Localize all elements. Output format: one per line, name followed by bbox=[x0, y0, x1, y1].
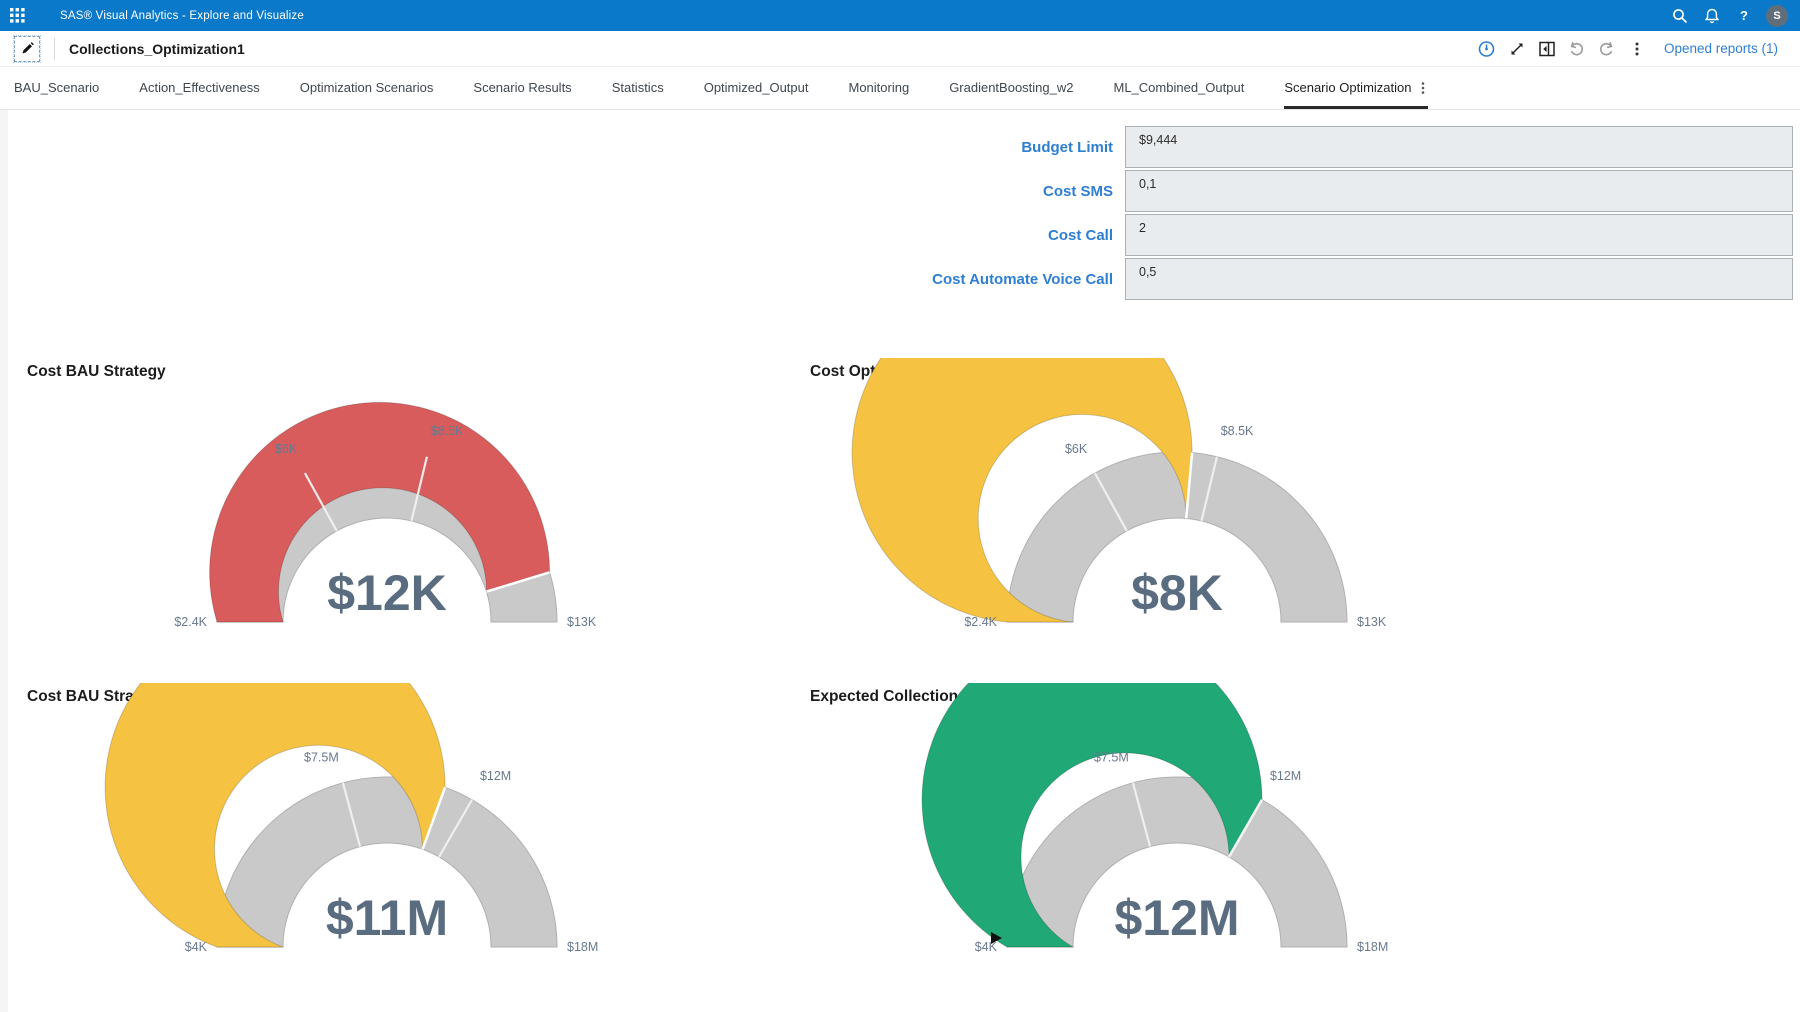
gauge-value: $12M bbox=[1114, 890, 1239, 946]
undo-icon[interactable] bbox=[1562, 35, 1592, 63]
field-label-cost-automate-voice-call: Cost Automate Voice Call bbox=[932, 258, 1113, 300]
form-row: Cost Automate Voice Call 0,5 bbox=[0, 258, 1800, 300]
pencil-icon bbox=[21, 42, 34, 55]
app-header: SAS® Visual Analytics - Explore and Visu… bbox=[0, 0, 1800, 31]
divider bbox=[54, 38, 55, 60]
report-state-icon[interactable] bbox=[1472, 35, 1502, 63]
toggle-panel-icon[interactable] bbox=[1532, 35, 1562, 63]
tab-label: Optimization Scenarios bbox=[300, 80, 434, 95]
form-row: Budget Limit $9,444 bbox=[0, 126, 1800, 168]
redo-icon[interactable] bbox=[1592, 35, 1622, 63]
tab-monitoring[interactable]: Monitoring bbox=[848, 67, 909, 109]
tab-label: Optimized_Output bbox=[704, 80, 809, 95]
field-label-budget-limit: Budget Limit bbox=[1021, 126, 1113, 168]
more-options-kebab-icon[interactable] bbox=[1622, 35, 1652, 63]
gauge-min-label: $2.4K bbox=[964, 615, 997, 629]
gauge-panel-1: Cost Optimized Strategy$6K$8.5K$2.4K$13K… bbox=[797, 355, 1557, 655]
tab-action-effectiveness[interactable]: Action_Effectiveness bbox=[139, 67, 259, 109]
tab-label: Monitoring bbox=[848, 80, 909, 95]
user-avatar[interactable]: S bbox=[1766, 5, 1788, 27]
field-label-cost-sms: Cost SMS bbox=[1043, 170, 1113, 212]
field-input-cost-sms[interactable]: 0,1 bbox=[1125, 170, 1793, 212]
gauge-tick-label: $7.5M bbox=[1094, 750, 1129, 764]
tab-bau-scenario[interactable]: BAU_Scenario bbox=[14, 67, 99, 109]
search-icon[interactable] bbox=[1664, 0, 1696, 31]
opened-reports-link[interactable]: Opened reports (1) bbox=[1664, 41, 1778, 56]
tab-label: Action_Effectiveness bbox=[139, 80, 259, 95]
tab-optimization-scenarios[interactable]: Optimization Scenarios bbox=[300, 67, 434, 109]
gauge-tick-label: $8.5K bbox=[1221, 424, 1254, 438]
notifications-bell-icon[interactable] bbox=[1696, 0, 1728, 31]
gauge-panel-2: Cost BAU Strategy$7.5M$12M$4K$18M$11M bbox=[14, 680, 759, 980]
gauge-tick-label: $6K bbox=[1065, 442, 1088, 456]
fullscreen-expand-icon[interactable] bbox=[1502, 35, 1532, 63]
gauge-min-label: $2.4K bbox=[174, 615, 207, 629]
app-title: SAS® Visual Analytics - Explore and Visu… bbox=[60, 10, 304, 22]
tab-label: Statistics bbox=[612, 80, 664, 95]
tab-label: Scenario Results bbox=[473, 80, 571, 95]
report-title: Collections_Optimization1 bbox=[69, 41, 245, 57]
field-input-cost-call[interactable]: 2 bbox=[1125, 214, 1793, 256]
gauge-max-label: $18M bbox=[1357, 940, 1388, 954]
gauge-value: $11M bbox=[325, 890, 447, 946]
tab-label: BAU_Scenario bbox=[14, 80, 99, 95]
gauge-max-label: $18M bbox=[567, 940, 598, 954]
tab-ml-combined-output[interactable]: ML_Combined_Output bbox=[1114, 67, 1245, 109]
gauge-value: $8K bbox=[1131, 565, 1223, 621]
gauge-panel-3: Expected Collections Amount Optimized$7.… bbox=[797, 680, 1557, 980]
tab-scenario-optimization[interactable]: Scenario Optimization bbox=[1284, 67, 1428, 109]
gauge-tick-label: $7.5M bbox=[304, 750, 339, 764]
left-gutter bbox=[0, 110, 8, 1012]
grid-icon bbox=[10, 8, 25, 23]
edit-mode-button[interactable] bbox=[14, 36, 40, 62]
field-input-cost-automate-voice-call[interactable]: 0,5 bbox=[1125, 258, 1793, 300]
tab-label: Scenario Optimization bbox=[1284, 80, 1411, 95]
tab-scenario-results[interactable]: Scenario Results bbox=[473, 67, 571, 109]
field-input-budget-limit[interactable]: $9,444 bbox=[1125, 126, 1793, 168]
tab-optimized-output[interactable]: Optimized_Output bbox=[704, 67, 809, 109]
gauge-value: $12K bbox=[327, 565, 447, 621]
field-label-cost-call: Cost Call bbox=[1048, 214, 1113, 256]
gauge-max-label: $13K bbox=[567, 615, 597, 629]
gauge-max-label: $13K bbox=[1357, 615, 1387, 629]
gauge-tick-label: $6K bbox=[274, 442, 297, 456]
gauge-chart: $6K $8.5K $2.4K $13K $12K bbox=[37, 358, 737, 650]
tab-gradientboosting-w2[interactable]: GradientBoosting_w2 bbox=[949, 67, 1073, 109]
tab-label: GradientBoosting_w2 bbox=[949, 80, 1073, 95]
gauge-tick-label: $12M bbox=[1270, 769, 1301, 783]
gauge-chart: $7.5M $12M $4K $18M $11M bbox=[37, 683, 737, 975]
help-icon[interactable]: ? bbox=[1728, 0, 1760, 31]
gauge-panel-0: Cost BAU Strategy$6K$8.5K$2.4K$13K$12K bbox=[14, 355, 759, 655]
gauge-chart: $6K $8.5K $2.4K $13K $8K bbox=[827, 358, 1527, 650]
report-tab-bar: BAU_Scenario Action_Effectiveness Optimiza… bbox=[0, 67, 1800, 110]
gauge-tick-label: $12M bbox=[479, 769, 510, 783]
app-launcher-icon[interactable] bbox=[0, 0, 34, 31]
gauge-chart: $7.5M$12M$4K$18M$12M bbox=[827, 683, 1527, 975]
form-row: Cost SMS 0,1 bbox=[0, 170, 1800, 212]
tab-label: ML_Combined_Output bbox=[1114, 80, 1245, 95]
report-toolbar: Collections_Optimization1 Opened reports… bbox=[0, 31, 1800, 67]
gauge-min-label: $4K bbox=[184, 940, 207, 954]
gauge-tick-label: $8.5K bbox=[430, 424, 463, 438]
tab-menu-kebab-icon[interactable] bbox=[1418, 81, 1428, 95]
form-row: Cost Call 2 bbox=[0, 214, 1800, 256]
tab-statistics[interactable]: Statistics bbox=[612, 67, 664, 109]
